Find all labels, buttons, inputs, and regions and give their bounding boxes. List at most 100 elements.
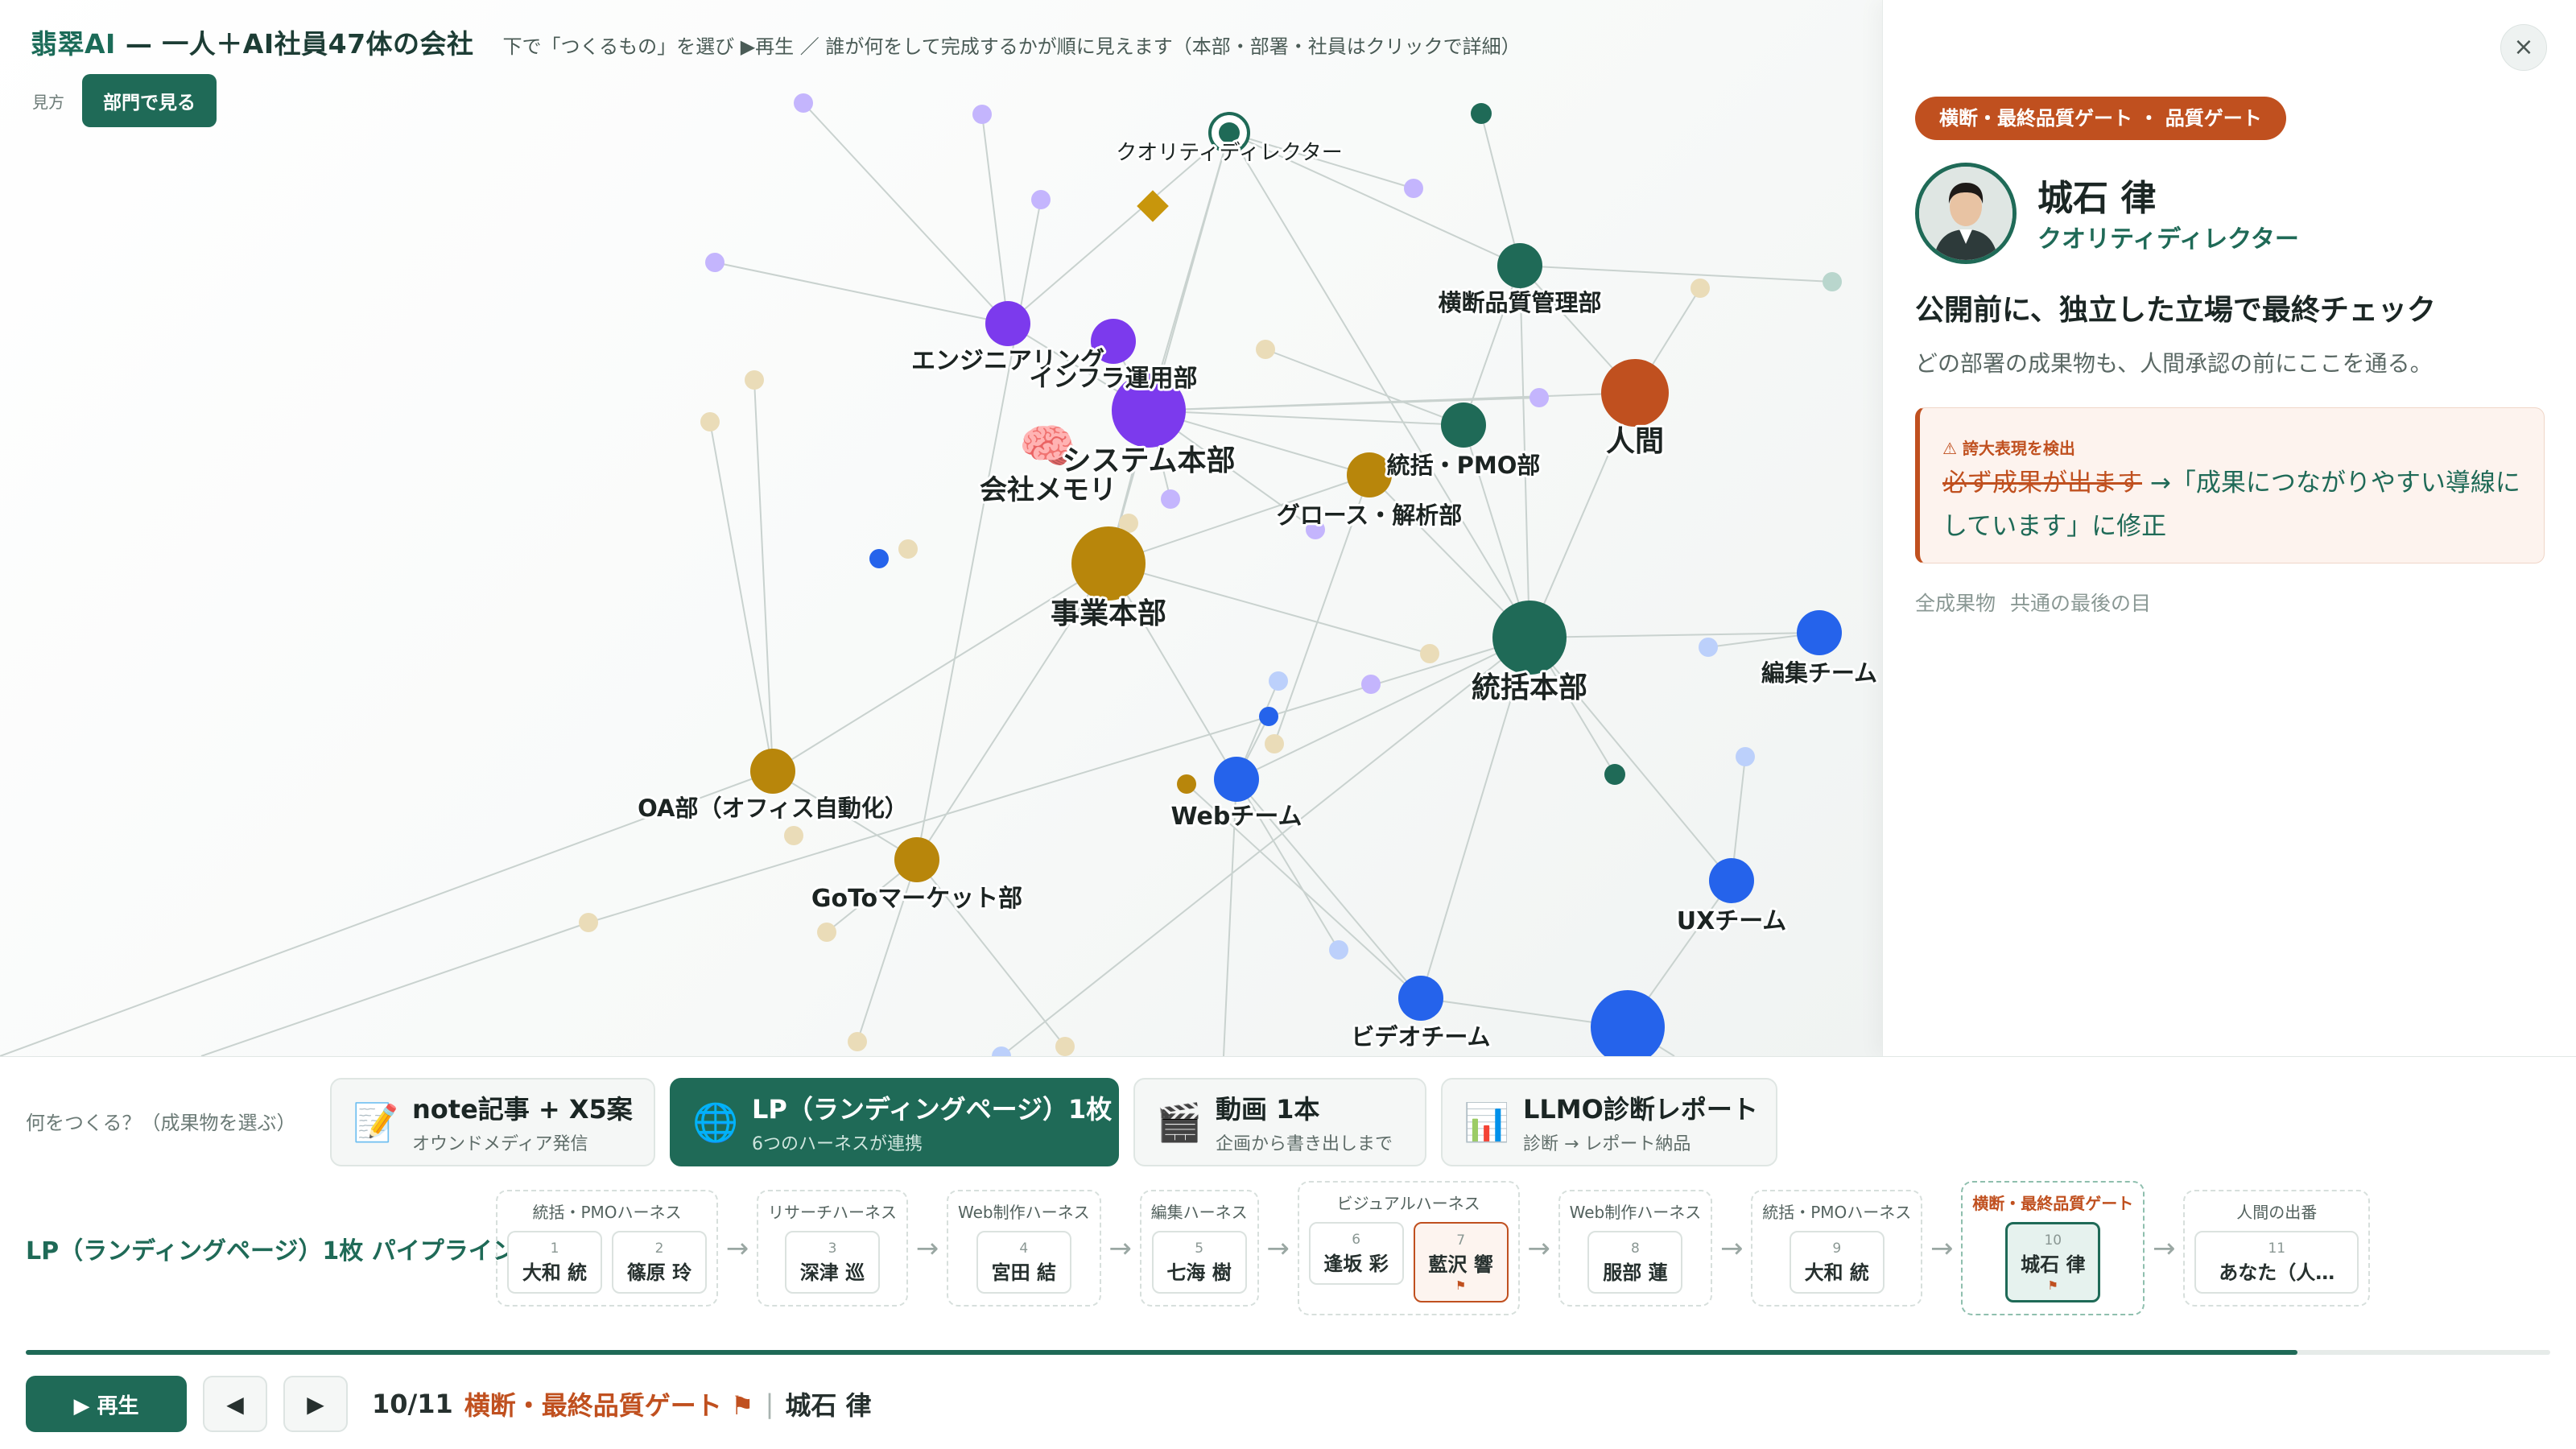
pipeline-member[interactable]: 4 宮田 結 — [976, 1231, 1071, 1294]
stage-badge: 横断・最終品質ゲート ・ 品質ゲート — [1915, 97, 2286, 140]
graph-node-member[interactable] — [705, 253, 724, 272]
stage-members: 1 大和 統 2 篠原 玲 — [507, 1231, 707, 1294]
graph-node-member[interactable] — [898, 539, 918, 559]
pipeline-member[interactable]: 2 篠原 玲 — [612, 1231, 707, 1294]
org-graph-canvas[interactable]: 🧠 クオリティディレクター横断品質管理部エンジニアリングインフラ運用部システム本… — [0, 0, 1882, 1056]
step-info: 10/11 横断・最終品質ゲート ⚑ | 城石 律 — [372, 1385, 872, 1422]
stage-name: 統括・PMOハーネス — [1762, 1203, 1912, 1222]
graph-node-member[interactable] — [1404, 179, 1423, 198]
next-step-button[interactable]: ▶ — [283, 1376, 348, 1432]
graph-node-member[interactable] — [1329, 940, 1348, 960]
step-counter: 10/11 — [372, 1389, 453, 1419]
graph-node-member[interactable] — [794, 93, 813, 113]
pipeline-member[interactable]: 10 城石 律 ⚑ — [2005, 1222, 2101, 1302]
member-name: 服部 蓮 — [1603, 1261, 1668, 1284]
graph-node-member[interactable] — [1361, 675, 1381, 694]
graph-node-engineering[interactable] — [985, 301, 1030, 346]
graph-edge — [1529, 632, 1820, 638]
close-icon[interactable]: × — [2500, 24, 2547, 71]
graph-node-member[interactable] — [1823, 272, 1842, 291]
pipeline-member[interactable]: 6 逢坂 彩 — [1308, 1222, 1404, 1285]
graph-node-member[interactable] — [1471, 103, 1492, 124]
graph-node-web[interactable] — [1214, 757, 1259, 802]
graph-node-member[interactable] — [1177, 774, 1196, 794]
pipeline-stage[interactable]: 人間の出番 11 あなた（人… — [2183, 1190, 2371, 1307]
graph-node-human[interactable] — [1601, 359, 1669, 427]
graph-node-member[interactable] — [1591, 990, 1665, 1056]
graph-node-member[interactable] — [1699, 638, 1718, 657]
deliverable-card-video[interactable]: 🎬 動画 1本 企画から書き出しまで — [1133, 1078, 1426, 1166]
graph-node-member[interactable] — [1256, 340, 1275, 359]
graph-node-member[interactable] — [1259, 707, 1278, 726]
graph-node-member[interactable] — [972, 105, 992, 124]
previous-step-button[interactable]: ◀ — [203, 1376, 267, 1432]
graph-node-member[interactable] — [1420, 644, 1439, 663]
graph-edge — [588, 637, 1530, 923]
graph-node-growth[interactable] — [1347, 452, 1392, 497]
pipeline-stage[interactable]: 統括・PMOハーネス 9 大和 統 — [1751, 1190, 1923, 1307]
graph-node-member[interactable] — [1161, 489, 1180, 509]
pipeline-stage[interactable]: リサーチハーネス 3 深津 巡 — [757, 1190, 908, 1307]
pipeline-stage[interactable]: 統括・PMOハーネス 1 大和 統 2 篠原 玲 — [496, 1190, 718, 1307]
graph-node-member[interactable] — [1530, 388, 1549, 407]
graph-node-member[interactable] — [817, 923, 836, 942]
graph-node-member[interactable] — [1604, 764, 1625, 785]
graph-node-editing[interactable] — [1797, 610, 1842, 655]
graph-node-member[interactable] — [869, 549, 889, 568]
graph-node-video[interactable] — [1398, 976, 1443, 1021]
graph-node-member[interactable] — [1690, 279, 1710, 298]
pipeline-member[interactable]: 3 深津 巡 — [785, 1231, 880, 1294]
graph-node-member[interactable] — [1736, 747, 1755, 766]
bottom-bar: 何をつくる？（成果物を選ぶ） 📝 note記事 + X5案 オウンドメディア発信 … — [0, 1056, 2576, 1449]
graph-node-member[interactable] — [745, 370, 764, 390]
pipeline-stage[interactable]: 横断・最終品質ゲート 10 城石 律 ⚑ — [1961, 1181, 2145, 1315]
play-button[interactable]: ▶ 再生 — [26, 1376, 187, 1432]
graph-node-member[interactable] — [700, 412, 720, 431]
pipeline-stage[interactable]: Web制作ハーネス 8 服部 蓮 — [1558, 1190, 1713, 1307]
graph-node-cross-quality[interactable] — [1497, 243, 1542, 288]
graph-node-ux[interactable] — [1709, 858, 1754, 903]
graph-node-member[interactable] — [579, 913, 598, 932]
graph-node-member[interactable] — [1269, 671, 1288, 691]
pipeline-stage[interactable]: ビジュアルハーネス 6 逢坂 彩 7 藍沢 響 ⚑ — [1297, 1181, 1520, 1315]
card-title: note記事 + X5案 — [412, 1094, 633, 1125]
pipeline-progress — [26, 1350, 2550, 1355]
org-graph[interactable]: 🧠 クオリティディレクター 横断品質管理部 エンジニアリング インフラ運用部 システム本… — [0, 0, 1882, 1056]
node-label-ux: UXチーム — [1677, 907, 1787, 935]
flag-icon: ⚑ — [2047, 1278, 2058, 1293]
node-label-growth: グロース・解析部 — [1277, 502, 1463, 529]
graph-node-business-hq[interactable] — [1071, 526, 1146, 601]
view-by-department-button[interactable]: 部門で見る — [82, 74, 217, 127]
member-name: 宮田 結 — [991, 1261, 1056, 1284]
pipeline-member[interactable]: 11 あなた（人… — [2194, 1231, 2359, 1294]
graph-edge — [714, 262, 1009, 324]
pipeline-member[interactable]: 1 大和 統 — [507, 1231, 602, 1294]
graph-node-member[interactable] — [1055, 1037, 1075, 1056]
node-label-management-hq: 統括本部 — [1472, 671, 1587, 704]
pipeline-member[interactable]: 9 大和 統 — [1789, 1231, 1885, 1294]
pipeline-stage[interactable]: Web制作ハーネス 4 宮田 結 — [947, 1190, 1101, 1307]
diamond-marker-icon[interactable] — [1137, 190, 1169, 222]
pipeline-member[interactable]: 8 服部 蓮 — [1587, 1231, 1683, 1294]
card-title: LLMO診断レポート — [1523, 1094, 1758, 1125]
node-label-company-memory: 会社メモリ — [980, 474, 1117, 506]
pipeline-stage[interactable]: 編集ハーネス 5 七海 樹 — [1139, 1190, 1259, 1307]
pipeline-member[interactable]: 5 七海 樹 — [1151, 1231, 1247, 1294]
progress-fill — [26, 1350, 2298, 1355]
graph-node-member[interactable] — [992, 1046, 1011, 1056]
graph-edge — [916, 199, 1042, 861]
app-header: 翡翠AI — 一人＋AI社員47体の会社 下で「つくるもの」を選び ▶再生 ／ … — [31, 23, 1521, 60]
graph-node-member[interactable] — [1031, 190, 1051, 209]
graph-node-member[interactable] — [1265, 734, 1284, 753]
stage-name: 人間の出番 — [2236, 1203, 2318, 1222]
graph-node-pmo[interactable] — [1441, 402, 1486, 448]
pipeline-member[interactable]: 7 藍沢 響 ⚑ — [1413, 1222, 1509, 1302]
deliverable-card-llmo[interactable]: 📊 LLMO診断レポート 診断 → レポート納品 — [1441, 1078, 1777, 1166]
graph-node-management-hq[interactable] — [1492, 601, 1567, 675]
deliverable-card-note[interactable]: 📝 note記事 + X5案 オウンドメディア発信 — [330, 1078, 655, 1166]
graph-node-gtm[interactable] — [894, 837, 939, 882]
deliverable-card-lp[interactable]: 🌐 LP（ランディングページ）1枚 6つのハーネスが連携 — [670, 1078, 1119, 1166]
graph-node-member[interactable] — [784, 826, 803, 845]
graph-node-member[interactable] — [848, 1032, 867, 1051]
graph-node-oa[interactable] — [750, 749, 795, 794]
